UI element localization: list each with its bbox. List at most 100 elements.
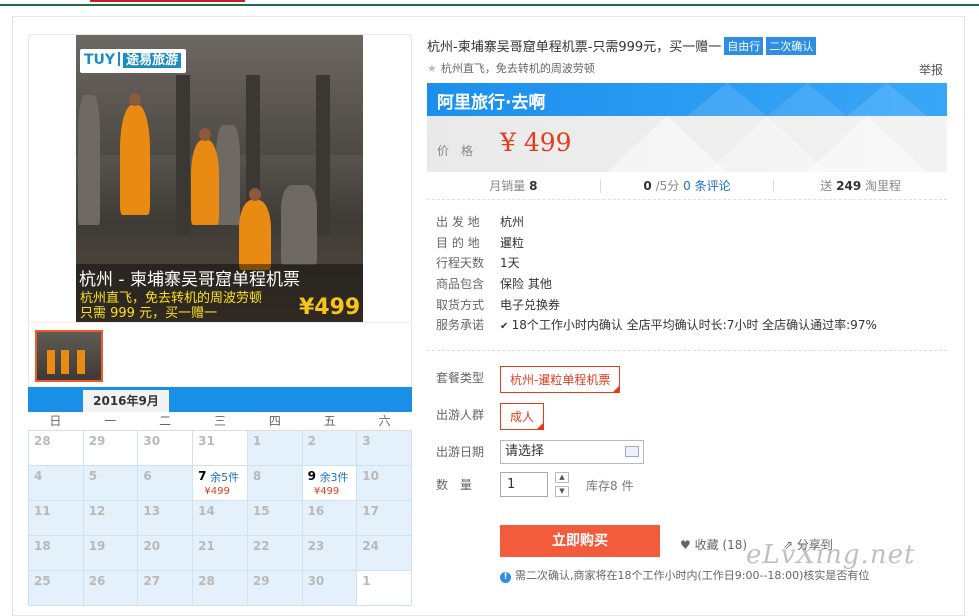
notice-text: 需二次确认,商家将在18个工作小时内(工作日9:00--18:00)核实是否有位 — [515, 569, 870, 582]
report-link[interactable]: 举报 — [919, 61, 943, 78]
day-number: 28 — [34, 434, 51, 448]
date-placeholder: 请选择 — [505, 444, 545, 459]
alitrip-banner: 阿里旅行·去啊 — [427, 83, 947, 116]
product-subtitle: ★ 杭州直飞，免去转机的周波劳顿 — [427, 60, 595, 76]
points: 送 249 淘里程 — [773, 178, 947, 193]
calendar-day: 26 — [83, 571, 139, 606]
temple-pillar — [176, 75, 190, 235]
weekday-label: 日 — [49, 414, 62, 428]
calendar-day: 3 — [357, 431, 412, 466]
day-number: 25 — [34, 574, 51, 588]
thumb-monk — [61, 350, 69, 374]
day-number: 2 — [307, 434, 316, 448]
calendar-day: 21 — [193, 536, 248, 571]
info-value: 保险 其他 — [500, 277, 552, 292]
day-number: 16 — [307, 504, 325, 518]
logo-divider — [118, 52, 121, 66]
group-option[interactable]: 成人 — [500, 403, 545, 430]
product-title: 杭州-柬埔寨吴哥窟单程机票-只需999元，买一赠一 自由行 二次确认 — [427, 36, 817, 55]
calendar-day-available[interactable]: 9 余3件 ¥499 — [302, 466, 358, 501]
calendar-day: 18 — [29, 536, 84, 571]
price-calendar: 2016年9月 日一二三四五六 28 29 30 31 1 2 3 4 5 6 7 余5件 ¥499 8 9… — [28, 387, 412, 606]
weekday-label: 六 — [378, 414, 391, 428]
calendar-day: 29 — [247, 571, 303, 606]
thumbnail-image[interactable] — [35, 330, 103, 382]
day-number: 20 — [143, 539, 161, 553]
weekday-label: 四 — [268, 414, 281, 428]
quantity-input[interactable]: 1 — [500, 472, 548, 497]
info-icon: ! — [500, 572, 511, 583]
info-row: 行程天数 1天 — [436, 254, 877, 275]
logo-brand: 途易旅游 — [123, 53, 182, 68]
reviews-link[interactable]: 0 条评论 — [683, 179, 730, 193]
tuy-logo: TUY 途易旅游 — [80, 49, 186, 73]
monk-head — [199, 128, 211, 141]
info-value: 杭州 — [500, 215, 525, 229]
buy-now-button[interactable]: 立即购买 — [500, 525, 660, 557]
price-box: 价 格 ¥ 499 — [427, 116, 947, 172]
day-price: ¥499 — [204, 486, 230, 497]
tag-free-travel: 自由行 — [724, 37, 764, 55]
day-number: 7 — [198, 469, 207, 483]
gallery-divider — [29, 322, 412, 323]
watermark: eLvXing.net — [746, 540, 916, 570]
calendar-day: 12 — [83, 501, 139, 536]
calendar-day-available[interactable]: 7 余5件 ¥499 — [193, 466, 248, 501]
day-number: 31 — [198, 434, 215, 448]
calendar-day: 16 — [302, 501, 358, 536]
calendar-day: 5 — [83, 466, 139, 501]
caption-line2: 只需 999 元，买一赠一 — [80, 306, 218, 321]
calendar-day: 2 — [302, 431, 358, 466]
qty-label: 数 量 — [436, 478, 473, 492]
thumb-monk — [77, 350, 85, 374]
info-key: 出 发 地 — [436, 215, 480, 229]
calendar-icon[interactable] — [625, 446, 639, 457]
package-option[interactable]: 杭州-暹粒单程机票 — [500, 366, 621, 393]
points-prefix: 送 — [820, 178, 833, 193]
date-picker[interactable]: 请选择 — [500, 440, 644, 464]
day-number: 30 — [307, 574, 325, 588]
day-number: 13 — [143, 504, 161, 518]
qty-down-icon[interactable]: ▼ — [555, 486, 569, 497]
day-number: 29 — [88, 434, 106, 448]
options-divider — [427, 350, 947, 351]
sales-label: 月销量 — [489, 178, 526, 193]
logo-text: TUY — [84, 52, 116, 68]
day-price: ¥499 — [313, 486, 340, 497]
heart-icon: ♥ — [680, 538, 695, 552]
statue — [78, 95, 100, 225]
day-number: 30 — [143, 434, 161, 448]
calendar-weekdays: 日一二三四五六 — [28, 412, 412, 431]
day-number: 1 — [362, 574, 371, 588]
monk-head — [129, 93, 141, 106]
thumb-monk — [47, 350, 55, 374]
product-info: 出 发 地 杭州目 的 地 暹粒 行程天数 1天 商品包含 保险 其他 取货方式 电子兑换券 服务… — [436, 213, 877, 337]
remaining-count: 余5件 — [210, 471, 240, 484]
day-number: 17 — [362, 504, 379, 518]
weekday-label: 一 — [104, 414, 117, 428]
day-number: 1 — [252, 434, 262, 448]
banner-text: 阿里旅行·去啊 — [437, 93, 546, 113]
info-value: 1天 — [500, 256, 520, 271]
stock-text: 库存8 件 — [586, 479, 634, 493]
day-number: 24 — [362, 539, 379, 553]
date-label: 出游日期 — [436, 445, 485, 459]
day-number: 15 — [252, 504, 270, 518]
day-number: 3 — [362, 434, 371, 448]
info-key: 服务承诺 — [436, 318, 485, 333]
calendar-day: 11 — [29, 501, 84, 536]
day-number: 4 — [34, 469, 43, 483]
info-value: 暹粒 — [500, 235, 525, 250]
qty-up-icon[interactable]: ▲ — [555, 472, 569, 483]
calendar-day: 13 — [138, 501, 194, 536]
favorite-button[interactable]: ♥ 收藏 (18) — [680, 536, 747, 553]
product-main-image[interactable]: TUY 途易旅游 杭州 - 柬埔寨吴哥窟单程机票 杭州直飞，免去转机的周波劳顿 只… — [76, 35, 363, 322]
day-number: 29 — [252, 574, 270, 588]
calendar-day: 17 — [357, 501, 412, 536]
day-number: 27 — [143, 574, 161, 588]
calendar-day: 28 — [193, 571, 248, 606]
info-row: 取货方式 电子兑换券 — [436, 296, 877, 317]
calendar-day: 29 — [83, 431, 139, 466]
temple-pillar — [316, 75, 330, 235]
star-icon: ★ — [427, 62, 437, 75]
